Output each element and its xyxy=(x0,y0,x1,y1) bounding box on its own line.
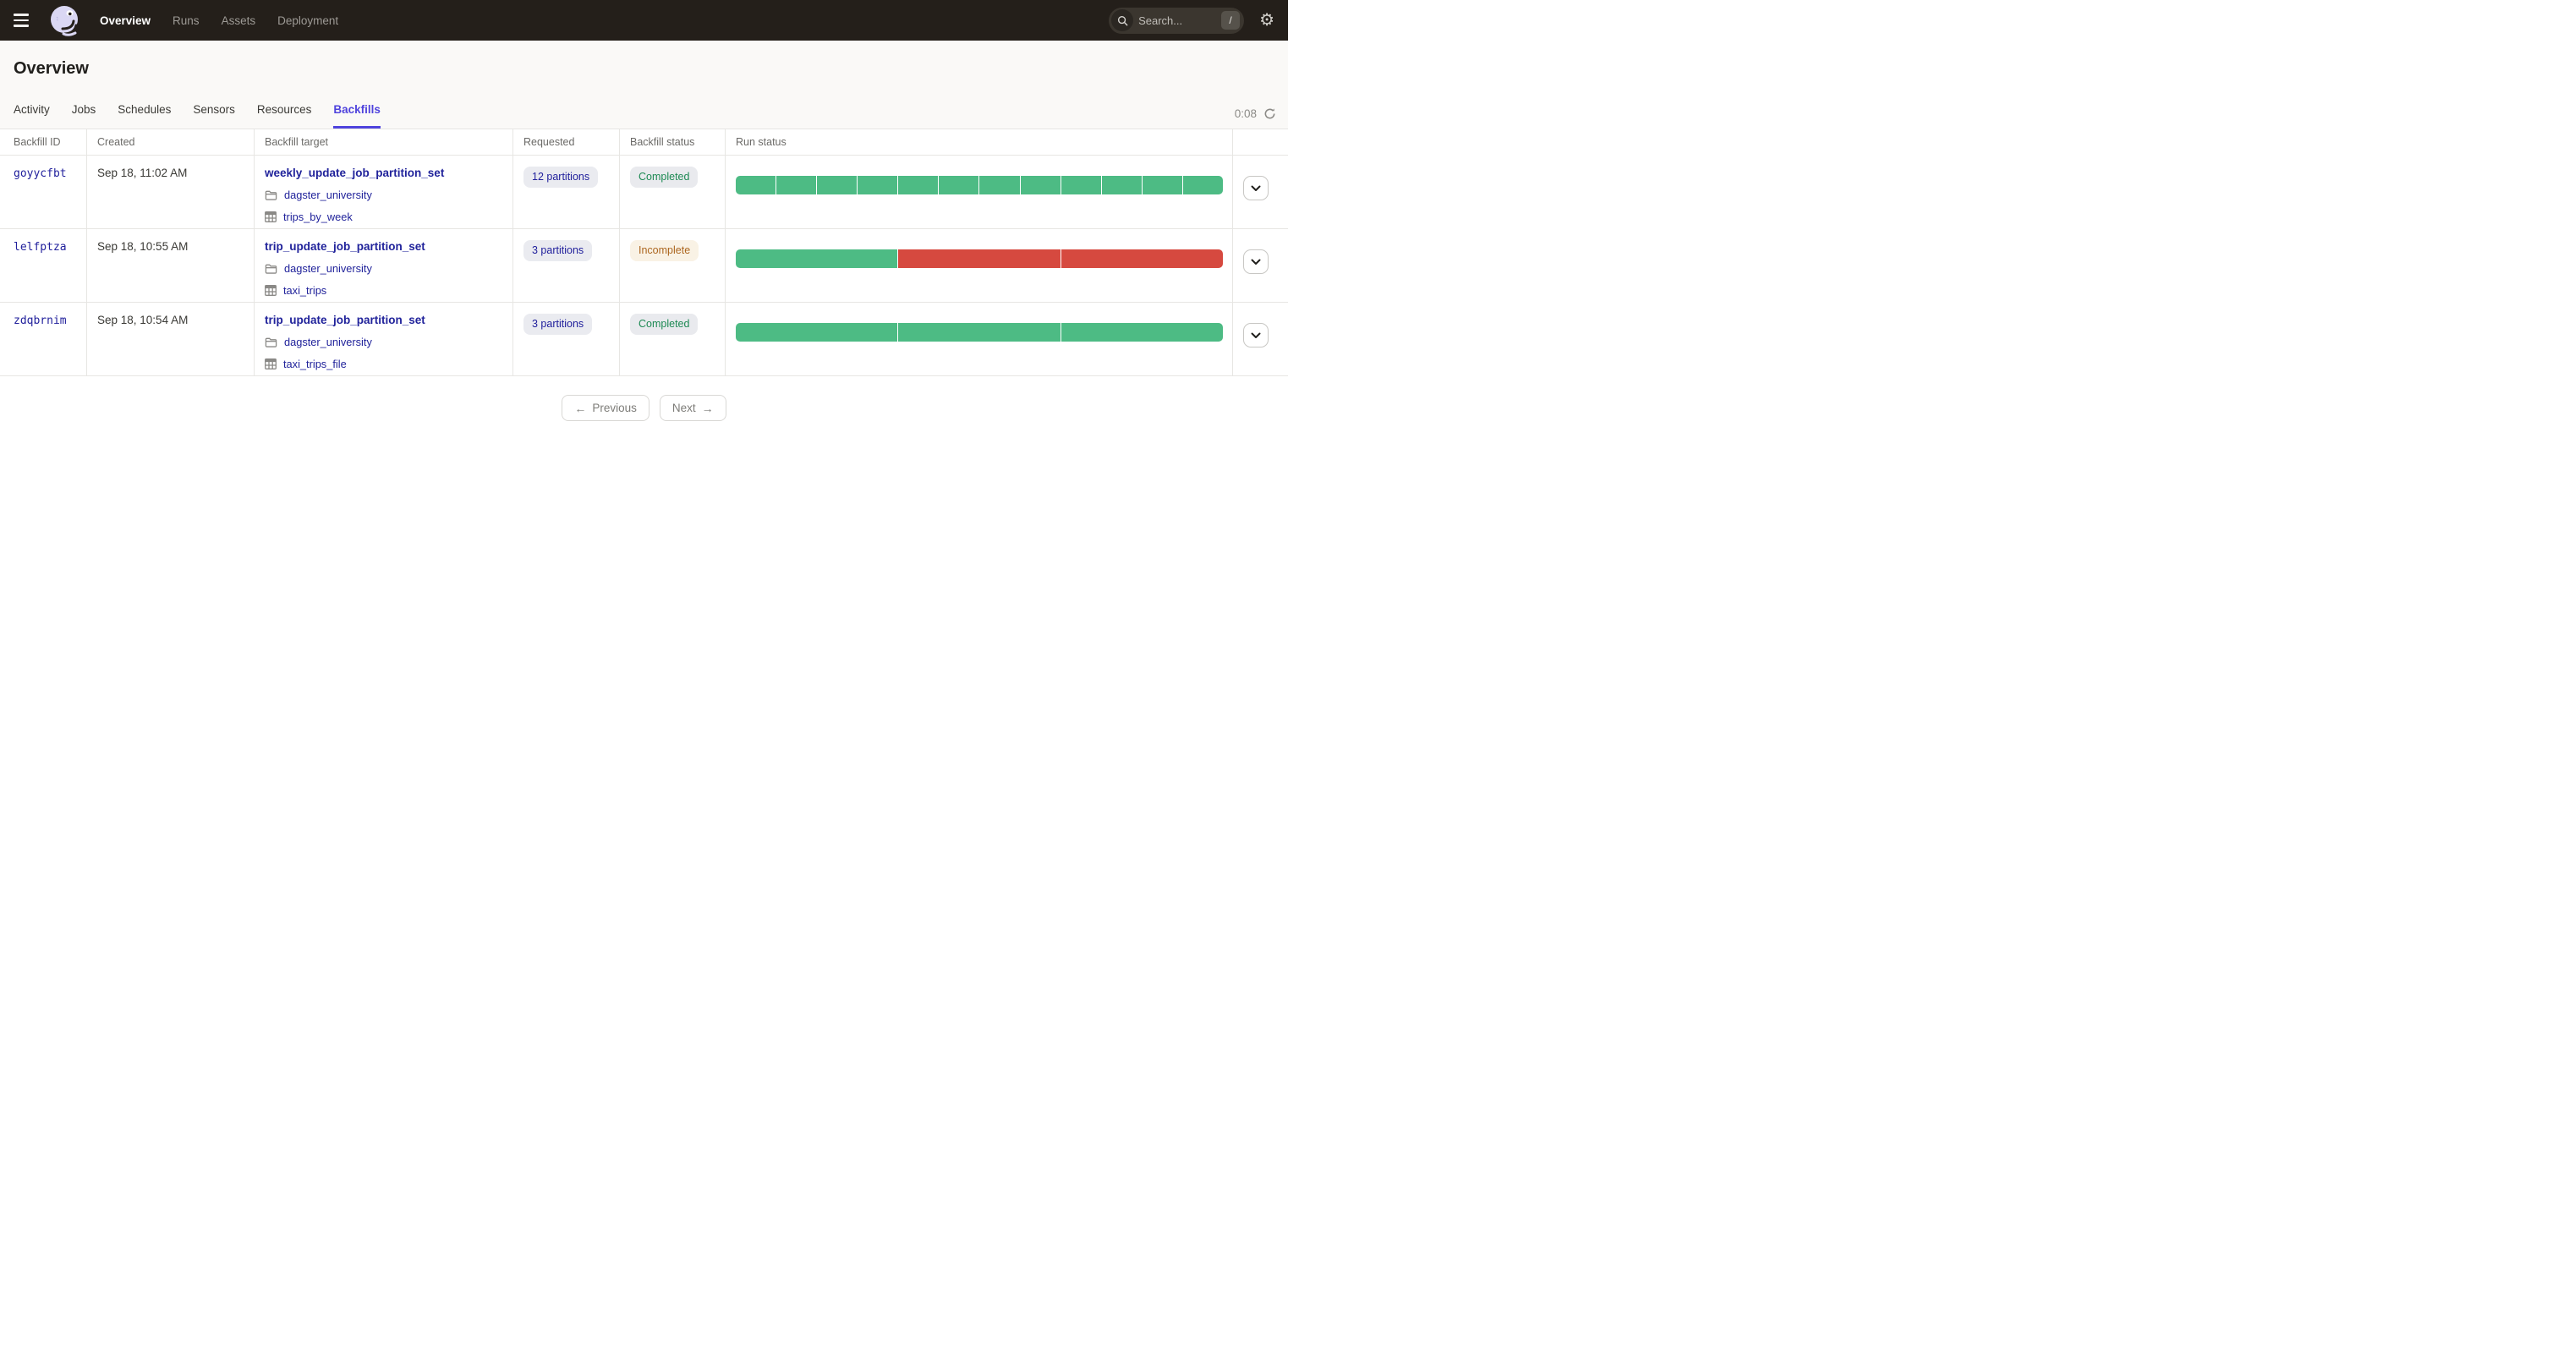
table-grid-icon xyxy=(265,358,277,369)
backfill-id-link[interactable]: goyycfbt xyxy=(14,167,67,180)
backfills-table: Backfill ID Created Backfill target Requ… xyxy=(0,129,1288,376)
column-header-backfill-target: Backfill target xyxy=(255,129,513,155)
run-segment-success[interactable] xyxy=(1142,176,1182,194)
run-segment-success[interactable] xyxy=(939,176,979,194)
run-segment-failure[interactable] xyxy=(1061,249,1223,268)
folder-icon xyxy=(265,263,277,275)
table-header-row: Backfill ID Created Backfill target Requ… xyxy=(0,129,1288,156)
column-header-run-status: Run status xyxy=(726,129,1233,155)
run-segment-success[interactable] xyxy=(1061,323,1223,342)
backfill-id-link[interactable]: zdqbrnim xyxy=(14,315,67,327)
run-segment-success[interactable] xyxy=(736,176,776,194)
search-shortcut-key: / xyxy=(1221,11,1241,30)
dagster-logo-icon[interactable] xyxy=(47,3,81,37)
tag-link[interactable]: dagster_university xyxy=(284,262,372,275)
refresh-icon[interactable] xyxy=(1263,107,1276,120)
tag-link[interactable]: taxi_trips_file xyxy=(283,358,347,370)
table-row: zdqbrnim Sep 18, 10:54 AM trip_update_job_… xyxy=(0,303,1288,376)
created-timestamp: Sep 18, 10:54 AM xyxy=(97,314,189,326)
nav-item-deployment[interactable]: Deployment xyxy=(277,14,338,27)
backfill-target-link[interactable]: weekly_update_job_partition_set xyxy=(265,167,444,179)
pagination: ← Previous Next → xyxy=(0,395,1288,421)
previous-page-button[interactable]: ← Previous xyxy=(562,395,649,421)
table-row: lelfptza Sep 18, 10:55 AM trip_update_job_… xyxy=(0,229,1288,303)
requested-partitions-badge: 3 partitions xyxy=(523,240,593,261)
run-segment-failure[interactable] xyxy=(898,249,1061,268)
table-grid-icon xyxy=(265,211,277,222)
refresh-timer: 0:08 xyxy=(1234,107,1257,120)
backfill-target-link[interactable]: trip_update_job_partition_set xyxy=(265,240,425,253)
run-segment-success[interactable] xyxy=(736,249,898,268)
column-header-backfill-id: Backfill ID xyxy=(0,129,87,155)
tab-activity[interactable]: Activity xyxy=(14,103,50,129)
nav-item-assets[interactable]: Assets xyxy=(222,14,256,27)
backfill-status-badge: Completed xyxy=(630,314,699,335)
folder-icon xyxy=(265,337,277,348)
requested-partitions-badge: 12 partitions xyxy=(523,167,599,188)
run-segment-success[interactable] xyxy=(817,176,858,194)
tab-sensors[interactable]: Sensors xyxy=(193,103,235,129)
chevron-down-icon xyxy=(1251,259,1261,265)
table-grid-icon xyxy=(265,285,277,296)
tab-backfills[interactable]: Backfills xyxy=(333,103,381,129)
search-icon xyxy=(1111,9,1134,31)
row-actions-dropdown-button[interactable] xyxy=(1243,176,1269,200)
search-box[interactable]: / xyxy=(1109,7,1245,34)
tab-schedules[interactable]: Schedules xyxy=(118,103,171,129)
run-status-bar xyxy=(736,176,1223,194)
run-segment-success[interactable] xyxy=(1101,176,1142,194)
top-navigation-bar: Overview Runs Assets Deployment / ⚙ xyxy=(0,0,1288,41)
run-segment-success[interactable] xyxy=(1182,176,1223,194)
next-page-button[interactable]: Next → xyxy=(659,395,726,421)
run-segment-success[interactable] xyxy=(898,323,1061,342)
run-status-bar xyxy=(736,249,1223,268)
tab-jobs[interactable]: Jobs xyxy=(72,103,96,129)
tab-resources[interactable]: Resources xyxy=(257,103,312,129)
row-actions-dropdown-button[interactable] xyxy=(1243,323,1269,347)
settings-gear-icon[interactable]: ⚙ xyxy=(1259,12,1274,29)
backfill-target-link[interactable]: trip_update_job_partition_set xyxy=(265,314,425,326)
run-segment-success[interactable] xyxy=(858,176,898,194)
tag-link[interactable]: dagster_university xyxy=(284,336,372,348)
run-segment-success[interactable] xyxy=(736,323,898,342)
tag-link[interactable]: trips_by_week xyxy=(283,211,353,223)
created-timestamp: Sep 18, 11:02 AM xyxy=(97,167,188,179)
chevron-down-icon xyxy=(1251,332,1261,339)
tag-link[interactable]: dagster_university xyxy=(284,189,372,201)
column-header-backfill-status: Backfill status xyxy=(620,129,726,155)
column-header-actions xyxy=(1233,129,1288,155)
page-header: Overview Activity Jobs Schedules Sensors… xyxy=(0,41,1288,129)
nav-links: Overview Runs Assets Deployment xyxy=(100,14,338,27)
backfill-status-badge: Incomplete xyxy=(630,240,699,261)
run-segment-success[interactable] xyxy=(898,176,939,194)
arrow-right-icon: → xyxy=(701,401,714,415)
run-segment-success[interactable] xyxy=(979,176,1020,194)
created-timestamp: Sep 18, 10:55 AM xyxy=(97,240,189,253)
requested-partitions-badge: 3 partitions xyxy=(523,314,593,335)
column-header-requested: Requested xyxy=(513,129,620,155)
menu-icon[interactable] xyxy=(14,9,36,31)
run-status-bar xyxy=(736,323,1223,342)
backfill-status-badge: Completed xyxy=(630,167,699,188)
row-actions-dropdown-button[interactable] xyxy=(1243,249,1269,274)
arrow-left-icon: ← xyxy=(574,401,587,415)
nav-item-overview[interactable]: Overview xyxy=(100,14,151,27)
folder-icon xyxy=(265,189,277,201)
page-title: Overview xyxy=(14,59,89,78)
search-input[interactable] xyxy=(1138,14,1210,27)
column-header-created: Created xyxy=(87,129,255,155)
nav-item-runs[interactable]: Runs xyxy=(173,14,200,27)
run-segment-success[interactable] xyxy=(1061,176,1101,194)
backfill-id-link[interactable]: lelfptza xyxy=(14,241,67,254)
run-segment-success[interactable] xyxy=(1020,176,1061,194)
table-row: goyycfbt Sep 18, 11:02 AM weekly_update_jo… xyxy=(0,156,1288,229)
tag-link[interactable]: taxi_trips xyxy=(283,284,326,297)
tab-bar: Activity Jobs Schedules Sensors Resource… xyxy=(14,103,381,129)
run-segment-success[interactable] xyxy=(776,176,817,194)
chevron-down-icon xyxy=(1251,185,1261,192)
